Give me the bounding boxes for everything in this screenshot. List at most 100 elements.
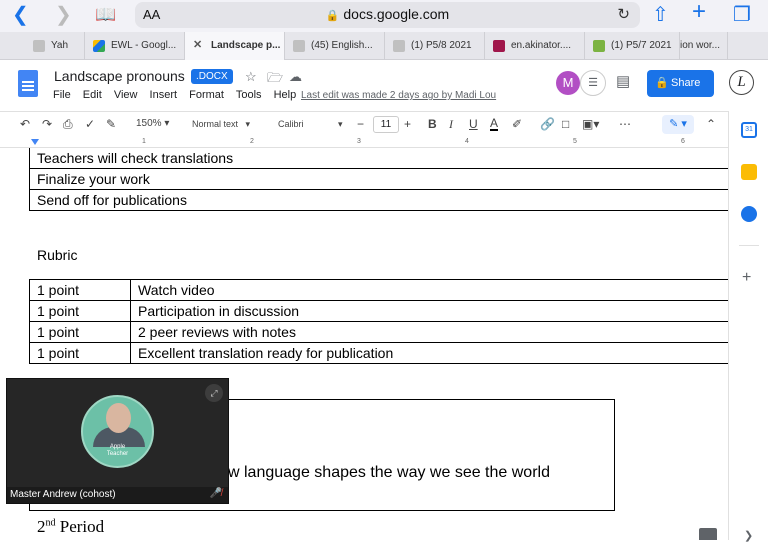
ruler-number: 1	[142, 138, 146, 145]
keep-icon[interactable]	[741, 164, 757, 180]
cloud-status-icon[interactable]: ☁	[289, 69, 302, 85]
editing-mode-button[interactable]: ✎ ▾	[662, 115, 694, 134]
indent-marker[interactable]	[31, 139, 39, 145]
tab-favicon	[33, 40, 45, 52]
item-cell[interactable]: Watch video	[130, 279, 728, 301]
font-chevron-down-icon[interactable]: ▾	[338, 119, 343, 130]
period-number: 2	[37, 517, 46, 536]
last-edit-link[interactable]: Last edit was made 2 days ago by Madi Lo…	[301, 90, 496, 101]
tab-p58[interactable]: (1) P5/8 2021	[385, 32, 485, 60]
comment-history-icon[interactable]: ▤	[616, 72, 630, 90]
undo-icon[interactable]: ↶	[20, 117, 30, 131]
ruler-number: 5	[573, 138, 577, 145]
increase-font-icon[interactable]: +	[404, 117, 411, 131]
tab-p57[interactable]: (1) P5/7 2021	[585, 32, 680, 60]
docs-logo-icon[interactable]	[18, 70, 38, 97]
tab-ewl[interactable]: EWL - Googl...	[85, 32, 185, 60]
bookmarks-icon[interactable]: 📖	[95, 5, 116, 25]
tab-label: (1) P5/8 2021	[411, 40, 472, 51]
print-icon[interactable]: ⎙	[63, 117, 73, 132]
tab-akinator[interactable]: en.akinator....	[485, 32, 585, 60]
tab-english[interactable]: (45) English...	[285, 32, 385, 60]
table-cell[interactable]: Teachers will check translations	[29, 148, 728, 169]
video-call-overlay[interactable]: ⤢ Apple Teacher Master Andrew (cohost) 🎤…	[6, 378, 229, 504]
new-tab-icon[interactable]: +	[692, 0, 706, 24]
tab-landscape[interactable]: ✕ Landscape p...	[185, 32, 285, 60]
table-row: Teachers will check translations	[29, 148, 728, 169]
akinator-icon	[493, 40, 505, 52]
menu-edit[interactable]: Edit	[83, 89, 102, 101]
text-color-icon[interactable]: A	[490, 117, 499, 131]
tab-label: (45) English...	[311, 40, 373, 51]
share-sheet-icon[interactable]: ⇧	[652, 5, 669, 25]
menu-view[interactable]: View	[114, 89, 138, 101]
italic-icon[interactable]: I	[449, 117, 453, 132]
menu-insert[interactable]: Insert	[150, 89, 178, 101]
collapse-menu-icon[interactable]: ⌃	[706, 117, 716, 131]
item-cell[interactable]: Excellent translation ready for publicat…	[130, 342, 728, 364]
paint-format-icon[interactable]: ✎	[106, 117, 116, 131]
address-bar[interactable]: AA 🔒 docs.google.com ↻	[135, 2, 640, 28]
expand-panel-icon[interactable]: ❯	[744, 529, 753, 542]
decrease-font-icon[interactable]: −	[357, 117, 364, 131]
share-button[interactable]: 🔒 Share	[647, 70, 714, 97]
tab-label: (1) P5/7 2021	[611, 40, 672, 51]
more-options-icon[interactable]: ⋯	[619, 117, 631, 131]
redo-icon[interactable]: ↷	[42, 117, 52, 131]
menu-tools[interactable]: Tools	[236, 89, 262, 101]
link-icon[interactable]: 🔗	[540, 117, 555, 131]
close-tab-icon[interactable]: ✕	[193, 38, 205, 51]
menu-help[interactable]: Help	[274, 89, 297, 101]
font-size-input[interactable]: 11	[373, 116, 399, 133]
ruler-number: 6	[681, 138, 685, 145]
docs-header: Landscape pronouns .DOCX ☆ 🗁 ☁ File Edit…	[0, 60, 768, 110]
tab-favicon	[293, 40, 305, 52]
add-comment-icon[interactable]: □	[562, 117, 569, 131]
period-heading[interactable]: 2nd Period	[37, 517, 104, 537]
points-cell[interactable]: 1 point	[29, 300, 131, 322]
menu-file[interactable]: File	[53, 89, 71, 101]
expand-icon[interactable]: ⤢	[205, 384, 223, 402]
star-icon[interactable]: ☆	[245, 69, 257, 85]
add-addon-icon[interactable]: +	[742, 269, 751, 287]
partial-line-text[interactable]: w language shapes the way we see the wor…	[228, 464, 550, 482]
points-cell[interactable]: 1 point	[29, 321, 131, 343]
menu-format[interactable]: Format	[189, 89, 224, 101]
forward-icon[interactable]: ❯	[55, 5, 72, 25]
style-select[interactable]: Normal text ▾	[192, 119, 250, 130]
table-cell[interactable]: Finalize your work	[29, 168, 728, 190]
period-word: Period	[59, 517, 105, 536]
collaborator-avatar-2[interactable]: ☰	[580, 70, 606, 96]
document-title[interactable]: Landscape pronouns	[54, 68, 185, 84]
explore-icon[interactable]	[699, 528, 717, 540]
tab-label: en.akinator....	[511, 40, 572, 51]
rubric-heading[interactable]: Rubric	[37, 247, 77, 263]
rubric-table: 1 point Watch video 1 point Participatio…	[29, 279, 728, 364]
apple-teacher-badge: Apple Teacher	[83, 444, 152, 458]
zoom-select[interactable]: 150% ▾	[136, 118, 169, 129]
tabs-overview-icon[interactable]: ❐	[733, 5, 751, 25]
move-folder-icon[interactable]: 🗁	[267, 69, 283, 91]
badge-line-1: Apple	[109, 444, 126, 450]
item-cell[interactable]: 2 peer reviews with notes	[130, 321, 728, 343]
account-avatar[interactable]: L	[729, 70, 754, 95]
item-cell[interactable]: Participation in discussion	[130, 300, 728, 322]
table-cell[interactable]: Send off for publications	[29, 189, 728, 211]
points-cell[interactable]: 1 point	[29, 279, 131, 301]
collaborator-avatar[interactable]: M	[556, 71, 580, 95]
table-row: 1 point Watch video	[29, 279, 728, 301]
insert-image-icon[interactable]: ▣▾	[582, 117, 599, 131]
reload-icon[interactable]: ↻	[617, 5, 630, 23]
highlight-icon[interactable]: ✐	[512, 117, 522, 131]
underline-icon[interactable]: U	[469, 117, 478, 131]
spellcheck-icon[interactable]: ✓	[85, 117, 95, 131]
ruler-number: 3	[357, 138, 361, 145]
bold-icon[interactable]: B	[428, 117, 437, 131]
calendar-icon[interactable]: 31	[741, 122, 757, 138]
tab-ion[interactable]: ion wor...	[680, 32, 728, 60]
font-select[interactable]: Calibri	[278, 119, 304, 129]
tasks-icon[interactable]	[741, 206, 757, 222]
back-icon[interactable]: ❮	[12, 5, 29, 25]
points-cell[interactable]: 1 point	[29, 342, 131, 364]
tab-yahoo[interactable]: Yah	[25, 32, 85, 60]
